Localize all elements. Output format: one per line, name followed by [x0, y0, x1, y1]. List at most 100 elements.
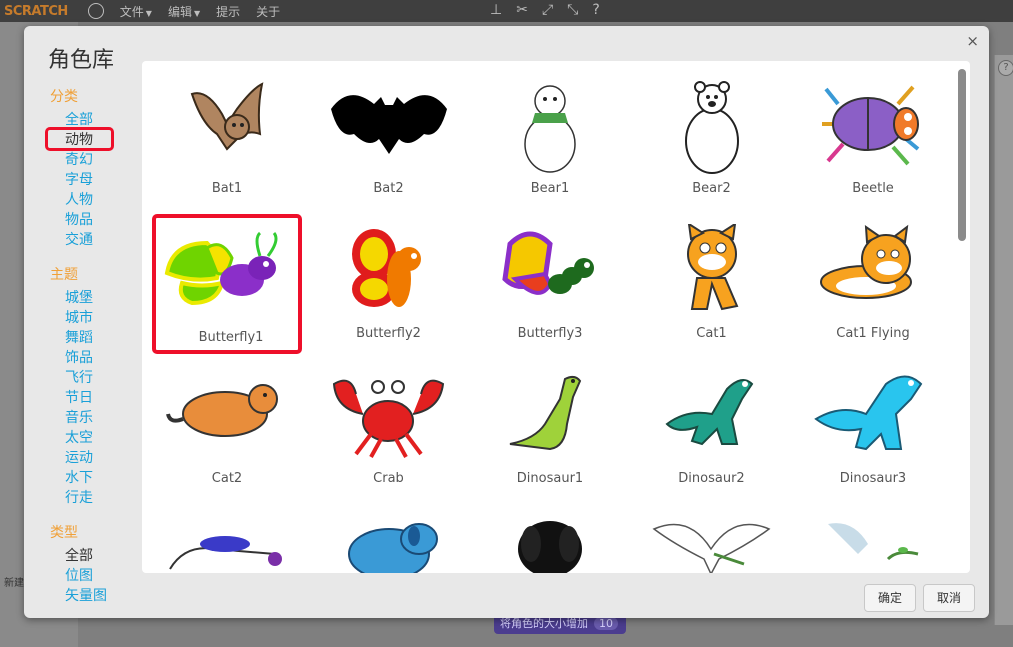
- sprite-tile-cat1[interactable]: Cat1: [637, 214, 787, 354]
- category-people[interactable]: 人物: [65, 190, 150, 210]
- cat2-icon: [152, 369, 302, 449]
- sprite-label: Butterfly1: [198, 330, 264, 345]
- sprite-tile-dinosaur3[interactable]: Dinosaur3: [798, 359, 948, 499]
- sprite-tile-dinosaur2[interactable]: Dinosaur2: [637, 359, 787, 499]
- sprite-label: Dinosaur3: [839, 471, 907, 486]
- puppy-photo-icon: [475, 514, 625, 573]
- sprite-label: Beetle: [852, 181, 894, 196]
- theme-underwater[interactable]: 水下: [65, 468, 150, 488]
- sprite-tile-beetle[interactable]: Beetle: [798, 69, 948, 209]
- sprite-tile-bat2[interactable]: Bat2: [314, 69, 464, 209]
- cut-icon[interactable]: ✂: [516, 2, 528, 18]
- menu-edit[interactable]: 编辑 ▼: [168, 3, 200, 20]
- theme-castle[interactable]: 城堡: [65, 288, 150, 308]
- bear-scarf-icon: [475, 79, 625, 179]
- sprite-tile-item17[interactable]: [475, 504, 625, 573]
- dinosaur-blue-icon: [798, 369, 948, 464]
- sprite-tile-butterfly3[interactable]: Butterfly3: [475, 214, 625, 354]
- shrink-icon[interactable]: ⤡: [567, 2, 578, 18]
- sprite-library-dialog: 角色库 × 分类 全部 动物 奇幻 字母 人物 物品 交通 主题 城堡 城市 舞…: [24, 26, 989, 618]
- menu-file[interactable]: 文件 ▼: [120, 3, 152, 20]
- butterfly-purple-icon: [475, 224, 625, 314]
- background-right-panel: [994, 55, 1013, 625]
- sprite-tile-item19[interactable]: [798, 504, 948, 573]
- sprite-tile-butterfly2[interactable]: Butterfly2: [314, 214, 464, 354]
- category-transport[interactable]: 交通: [65, 230, 150, 250]
- menu-about[interactable]: 关于: [256, 3, 280, 20]
- sprite-label: Butterfly2: [356, 326, 421, 341]
- butterfly-green-icon: [156, 228, 298, 308]
- sprite-label: Bat1: [211, 181, 243, 196]
- sprite-tile-cat2[interactable]: Cat2: [152, 359, 302, 499]
- sprite-label: Bear2: [692, 181, 731, 196]
- theme-walking[interactable]: 行走: [65, 488, 150, 508]
- stamp-icon[interactable]: ⊥: [490, 2, 502, 18]
- bird-branch-icon: [798, 514, 948, 564]
- cancel-button[interactable]: 取消: [923, 584, 975, 612]
- dove-icon: [637, 514, 787, 573]
- sprite-label: Dinosaur2: [678, 471, 745, 486]
- category-highlight-box: [45, 127, 114, 151]
- sprite-tile-bear1[interactable]: Bear1: [475, 69, 625, 209]
- sprite-tile-item16[interactable]: [314, 504, 464, 573]
- dinosaur-teal-icon: [637, 369, 787, 464]
- theme-dress-up[interactable]: 饰品: [65, 348, 150, 368]
- bat-brown-icon: [152, 79, 302, 169]
- theme-space[interactable]: 太空: [65, 428, 150, 448]
- type-vector[interactable]: 矢量图: [65, 586, 150, 606]
- type-bitmap[interactable]: 位图: [65, 566, 150, 586]
- dinosaur-green-icon: [475, 369, 625, 459]
- butterfly-red-icon: [314, 224, 464, 314]
- theme-holiday[interactable]: 节日: [65, 388, 150, 408]
- sprite-tile-cat1-flying[interactable]: Cat1 Flying: [798, 214, 948, 354]
- sprite-label: Bat2: [373, 181, 404, 196]
- type-heading: 类型: [50, 525, 78, 541]
- category-things[interactable]: 物品: [65, 210, 150, 230]
- library-sidebar: 分类 全部 动物 奇幻 字母 人物 物品 交通 主题 城堡 城市 舞蹈 饰品 飞…: [50, 86, 150, 620]
- category-letters[interactable]: 字母: [65, 170, 150, 190]
- globe-icon[interactable]: [87, 3, 104, 19]
- sprite-tile-butterfly1[interactable]: Butterfly1: [152, 214, 302, 354]
- sprite-label: Crab: [373, 471, 404, 486]
- close-icon[interactable]: ×: [966, 32, 979, 50]
- sprite-label: Butterfly3: [517, 326, 583, 341]
- theme-sports[interactable]: 运动: [65, 448, 150, 468]
- sprite-tile-crab[interactable]: Crab: [314, 359, 464, 499]
- crab-icon: [314, 369, 464, 459]
- sprite-tile-item18[interactable]: [637, 504, 787, 573]
- sprite-label: Cat1 Flying: [836, 326, 910, 341]
- theme-dance[interactable]: 舞蹈: [65, 328, 150, 348]
- dragonfly-icon: [152, 514, 302, 573]
- sprite-label: Cat1: [696, 326, 727, 341]
- sprite-tile-bear2[interactable]: Bear2: [637, 69, 787, 209]
- theme-music[interactable]: 音乐: [65, 408, 150, 428]
- scratch-logo[interactable]: SCRATCH: [4, 4, 68, 19]
- scrollbar-thumb[interactable]: [958, 69, 966, 241]
- dialog-title: 角色库: [48, 48, 115, 73]
- new-sprite-label: 新建: [4, 578, 24, 589]
- background-help-icon: ?: [998, 60, 1013, 76]
- help-icon[interactable]: ?: [592, 2, 599, 18]
- sprite-label: Bear1: [530, 181, 570, 196]
- sprite-grid-panel[interactable]: Bat1 Bat2 Bear1 Bear2 Beetle Butterfly1 Butter…: [142, 61, 970, 573]
- sprite-tile-item15[interactable]: [152, 504, 302, 573]
- grow-icon[interactable]: ⤢: [542, 2, 553, 18]
- theme-heading: 主题: [50, 267, 78, 283]
- cat-flying-icon: [798, 224, 948, 309]
- dog-blue-icon: [314, 514, 464, 573]
- cat-icon: [637, 224, 787, 319]
- beetle-icon: [798, 79, 948, 169]
- sprite-tile-bat1[interactable]: Bat1: [152, 69, 302, 209]
- bear-outline-icon: [637, 79, 787, 179]
- sprite-label: Dinosaur1: [516, 471, 584, 486]
- sprite-tile-dinosaur1[interactable]: Dinosaur1: [475, 359, 625, 499]
- sprite-label: Cat2: [211, 471, 243, 486]
- category-heading: 分类: [50, 89, 78, 105]
- category-fantasy[interactable]: 奇幻: [65, 150, 150, 170]
- ok-button[interactable]: 确定: [864, 584, 916, 612]
- type-all[interactable]: 全部: [65, 546, 150, 566]
- menu-tips[interactable]: 提示: [216, 3, 240, 20]
- theme-flying[interactable]: 飞行: [65, 368, 150, 388]
- bat-black-icon: [314, 79, 464, 159]
- theme-city[interactable]: 城市: [65, 308, 150, 328]
